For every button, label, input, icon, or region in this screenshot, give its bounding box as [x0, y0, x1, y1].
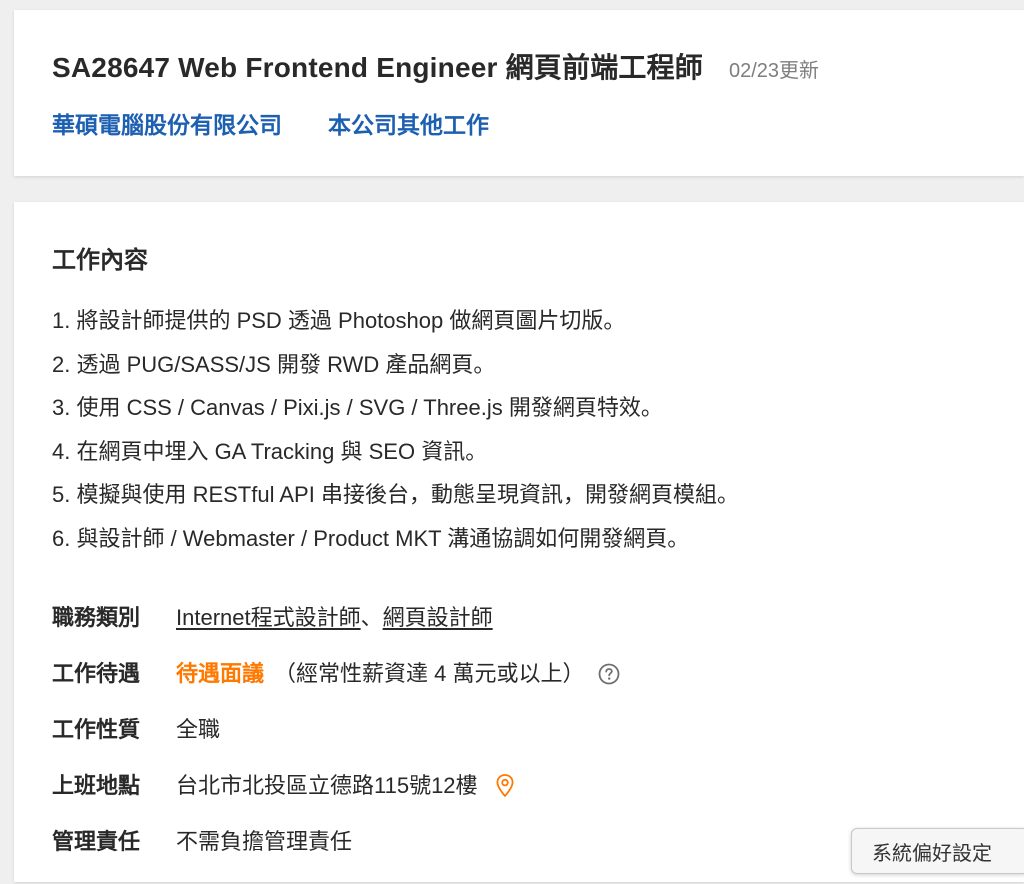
map-pin-icon[interactable]: [494, 773, 516, 799]
question-circle-icon[interactable]: [598, 663, 620, 685]
detail-row-job-type: 工作性質 全職: [52, 716, 620, 772]
job-title: SA28647 Web Frontend Engineer 網頁前端工程師: [52, 52, 703, 83]
category-link-internet-programmer[interactable]: Internet程式設計師: [176, 604, 361, 632]
salary-label: 工作待遇: [52, 661, 141, 686]
title-row: SA28647 Web Frontend Engineer 網頁前端工程師 02…: [52, 46, 819, 86]
salary-value: 待遇面議: [176, 661, 265, 686]
section-title-job-content: 工作內容: [52, 247, 148, 274]
job-description-list: 1. 將設計師提供的 PSD 透過 Photoshop 做網頁圖片切版。 2. …: [52, 309, 739, 570]
job-type-value: 全職: [176, 717, 221, 742]
category-separator: 、: [360, 605, 383, 630]
job-details-table: 職務類別 Internet程式設計師、網頁設計師 工作待遇 待遇面議 （經常性薪…: [52, 604, 620, 884]
detail-row-category: 職務類別 Internet程式設計師、網頁設計師: [52, 604, 620, 660]
job-description-item: 3. 使用 CSS / Canvas / Pixi.js / SVG / Thr…: [52, 395, 663, 420]
update-date: 02/23更新: [729, 60, 820, 82]
job-description-item: 1. 將設計師提供的 PSD 透過 Photoshop 做網頁圖片切版。: [52, 308, 626, 333]
detail-row-salary: 工作待遇 待遇面議 （經常性薪資達 4 萬元或以上）: [52, 660, 620, 716]
company-links: 華碩電腦股份有限公司 本公司其他工作: [52, 106, 489, 140]
salary-note: （經常性薪資達 4 萬元或以上）: [274, 661, 585, 686]
company-name-link[interactable]: 華碩電腦股份有限公司: [52, 106, 282, 140]
job-content-card: 工作內容 1. 將設計師提供的 PSD 透過 Photoshop 做網頁圖片切版…: [14, 202, 1024, 882]
category-link-web-designer[interactable]: 網頁設計師: [383, 604, 493, 632]
job-description-item: 4. 在網頁中埋入 GA Tracking 與 SEO 資訊。: [52, 438, 488, 464]
management-value: 不需負擔管理責任: [176, 829, 353, 854]
other-jobs-link[interactable]: 本公司其他工作: [328, 106, 489, 140]
job-header-card: SA28647 Web Frontend Engineer 網頁前端工程師 02…: [14, 10, 1024, 176]
category-label: 職務類別: [52, 605, 141, 630]
location-value-group: 台北市北投區立德路115號12樓: [176, 772, 516, 800]
management-label: 管理責任: [52, 829, 141, 854]
detail-row-management: 管理責任 不需負擔管理責任: [52, 828, 620, 884]
location-address: 台北市北投區立德路115號12樓: [176, 773, 478, 798]
location-label: 上班地點: [52, 773, 141, 798]
category-value: Internet程式設計師、網頁設計師: [176, 604, 493, 632]
detail-row-location: 上班地點 台北市北投區立德路115號12樓: [52, 772, 620, 828]
salary-value-group: 待遇面議 （經常性薪資達 4 萬元或以上）: [176, 660, 620, 688]
job-type-label: 工作性質: [52, 717, 141, 742]
job-description-item: 6. 與設計師 / Webmaster / Product MKT 溝通協調如何…: [52, 525, 690, 551]
job-description-item: 2. 透過 PUG/SASS/JS 開發 RWD 產品網頁。: [52, 351, 496, 377]
system-preferences-button[interactable]: 系統偏好設定: [851, 828, 1024, 874]
job-description-item: 5. 模擬與使用 RESTful API 串接後台，動態呈現資訊，開發網頁模組。: [52, 482, 739, 507]
